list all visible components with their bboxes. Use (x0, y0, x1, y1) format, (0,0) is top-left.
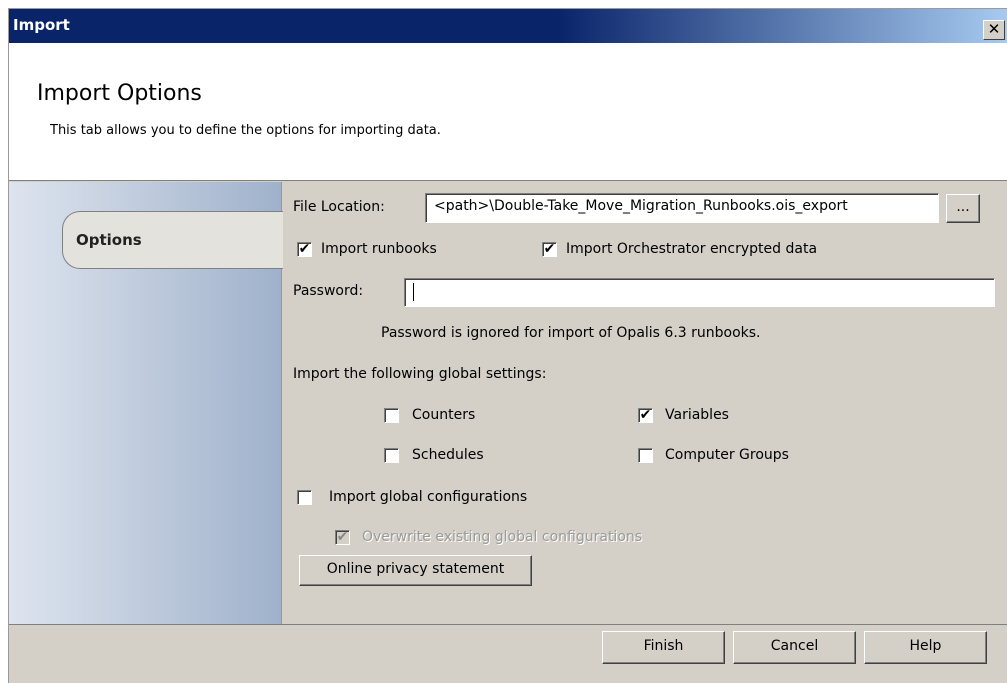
import-global-configs-checkbox[interactable] (297, 490, 312, 505)
file-location-label: File Location: (293, 199, 385, 215)
password-label: Password: (293, 283, 364, 299)
page-subtitle: This tab allows you to define the option… (50, 123, 441, 138)
schedules-label: Schedules (412, 447, 484, 463)
title-bar[interactable]: Import ✕ (9, 9, 1007, 43)
schedules-checkbox[interactable] (384, 448, 399, 463)
dialog-footer: Finish Cancel Help (9, 624, 1007, 683)
counters-checkbox[interactable] (384, 408, 399, 423)
help-button[interactable]: Help (864, 631, 987, 664)
online-privacy-button[interactable]: Online privacy statement (299, 555, 532, 586)
sidebar: Options (9, 182, 283, 624)
window-title: Import (13, 16, 70, 34)
import-encrypted-checkbox[interactable]: ✔ (542, 242, 557, 257)
close-icon[interactable]: ✕ (983, 20, 1005, 40)
finish-button[interactable]: Finish (602, 631, 725, 664)
overwrite-global-configs-label: Overwrite existing global configurations (362, 529, 643, 545)
tab-options-label: Options (76, 231, 142, 249)
computer-groups-checkbox[interactable] (638, 448, 653, 463)
import-runbooks-checkbox[interactable]: ✔ (297, 242, 312, 257)
import-global-configs-label: Import global configurations (329, 489, 528, 505)
file-location-field[interactable]: <path>\Double-Take_Move_Migration_Runboo… (425, 193, 939, 223)
global-settings-label: Import the following global settings: (293, 366, 547, 382)
variables-label: Variables (665, 407, 729, 423)
counters-label: Counters (412, 407, 476, 423)
import-dialog: Import ✕ Import Options This tab allows … (8, 8, 1007, 683)
options-panel: File Location: <path>\Double-Take_Move_M… (283, 182, 1007, 624)
tab-options[interactable]: Options (62, 211, 283, 269)
password-note: Password is ignored for import of Opalis… (381, 325, 761, 341)
browse-button[interactable]: ... (946, 194, 980, 223)
text-caret (413, 283, 414, 301)
import-encrypted-label: Import Orchestrator encrypted data (566, 241, 818, 257)
overwrite-global-configs-checkbox: ✔ (335, 529, 350, 545)
cancel-button[interactable]: Cancel (733, 631, 856, 664)
page-header: Import Options This tab allows you to de… (9, 43, 1007, 181)
variables-checkbox[interactable]: ✔ (638, 408, 653, 423)
page-title: Import Options (37, 81, 202, 106)
computer-groups-label: Computer Groups (665, 447, 789, 463)
import-runbooks-label: Import runbooks (321, 241, 437, 257)
password-field[interactable] (404, 278, 995, 307)
